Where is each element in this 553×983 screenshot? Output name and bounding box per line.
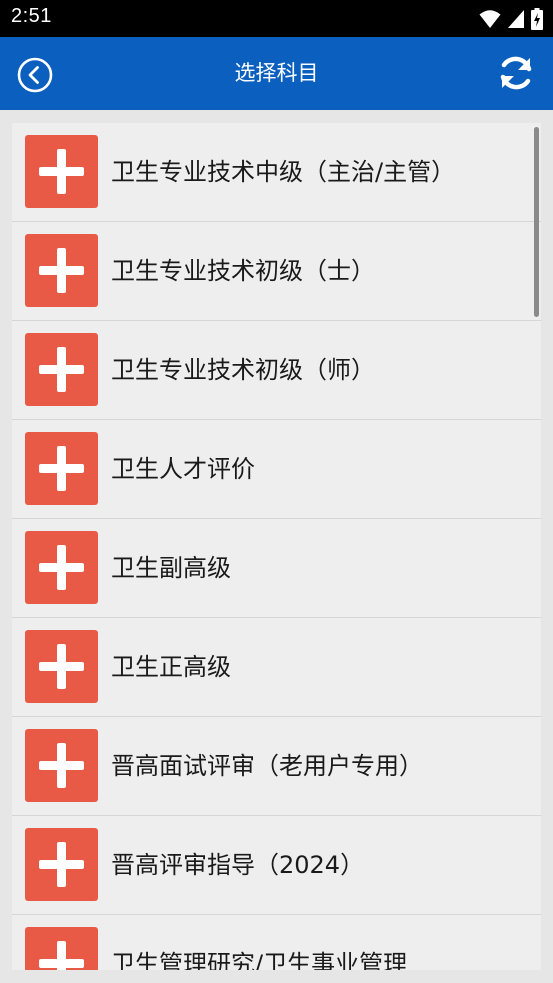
list-item[interactable]: 卫生正高级: [12, 618, 541, 717]
status-icons: [479, 7, 543, 31]
status-bar: 2:51: [0, 0, 553, 37]
subject-label: 卫生人才评价: [111, 455, 255, 483]
subject-label: 卫生管理研究/卫生事业管理: [111, 950, 408, 970]
back-circle-icon: [17, 57, 53, 93]
plus-icon: [25, 927, 98, 970]
list-item[interactable]: 卫生管理研究/卫生事业管理: [12, 915, 541, 970]
list-item[interactable]: 晋高面试评审（老用户专用）: [12, 717, 541, 816]
scrollbar[interactable]: [534, 127, 539, 317]
plus-icon: [25, 729, 98, 802]
subject-label: 卫生正高级: [111, 653, 231, 681]
status-time: 2:51: [11, 5, 52, 27]
list-item[interactable]: 卫生专业技术初级（师）: [12, 321, 541, 420]
subject-label: 晋高评审指导（2024）: [111, 851, 365, 879]
refresh-icon: [500, 56, 532, 90]
list-item[interactable]: 卫生人才评价: [12, 420, 541, 519]
page-title: 选择科目: [234, 61, 319, 85]
plus-icon: [25, 828, 98, 901]
list-item[interactable]: 晋高评审指导（2024）: [12, 816, 541, 915]
subject-label: 卫生专业技术中级（主治/主管）: [111, 158, 456, 186]
plus-icon: [25, 135, 98, 208]
bottom-strip: [0, 970, 553, 983]
app-bar: 选择科目: [0, 37, 553, 110]
back-button[interactable]: [16, 56, 54, 94]
list-item[interactable]: 卫生专业技术中级（主治/主管）: [12, 123, 541, 222]
subject-label: 晋高面试评审（老用户专用）: [111, 752, 423, 780]
battery-charging-icon: [531, 8, 543, 30]
subject-list[interactable]: 卫生专业技术中级（主治/主管） 卫生专业技术初级（士） 卫生专业技术初级（师） …: [12, 123, 541, 970]
plus-icon: [25, 432, 98, 505]
list-item[interactable]: 卫生专业技术初级（士）: [12, 222, 541, 321]
refresh-button[interactable]: [496, 53, 536, 93]
plus-icon: [25, 234, 98, 307]
subject-label: 卫生副高级: [111, 554, 231, 582]
list-item[interactable]: 卫生副高级: [12, 519, 541, 618]
wifi-icon: [479, 10, 501, 28]
cellular-signal-icon: [508, 10, 524, 28]
subject-label: 卫生专业技术初级（师）: [111, 356, 375, 384]
plus-icon: [25, 531, 98, 604]
subject-label: 卫生专业技术初级（士）: [111, 257, 375, 285]
plus-icon: [25, 630, 98, 703]
plus-icon: [25, 333, 98, 406]
